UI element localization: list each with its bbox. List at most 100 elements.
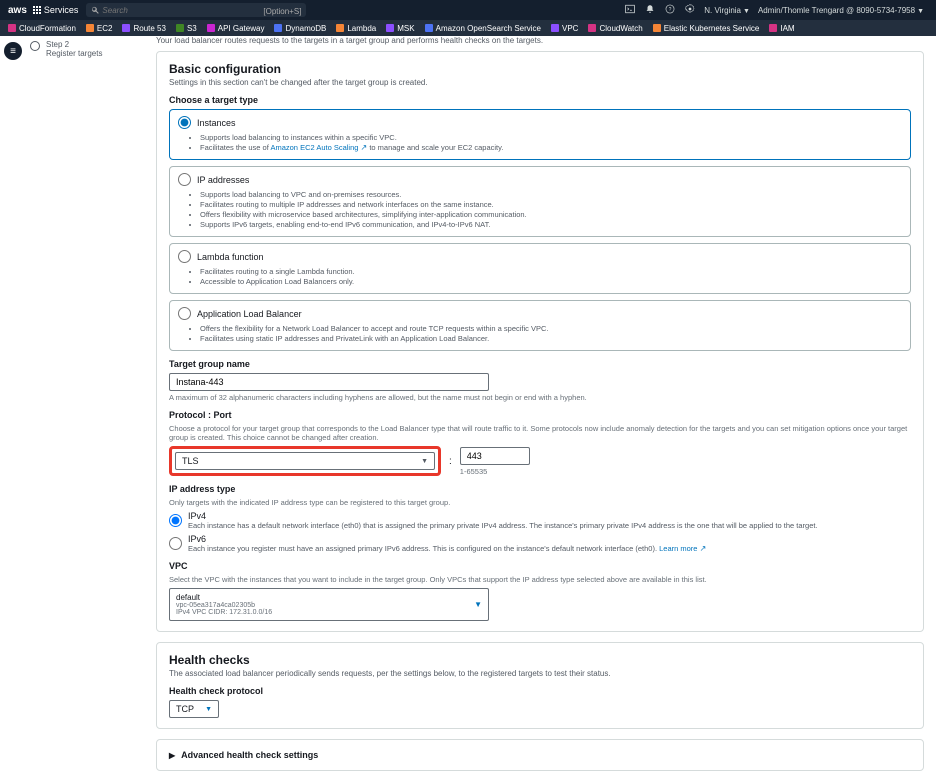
services-menu[interactable]: Services [33, 5, 79, 15]
favorite-service[interactable]: VPC [551, 24, 578, 33]
hc-protocol-label: Health check protocol [169, 686, 911, 696]
service-name: CloudFormation [19, 24, 76, 33]
autoscaling-link[interactable]: Amazon EC2 Auto Scaling ↗ [270, 143, 367, 152]
service-icon [176, 24, 184, 32]
panel-subtitle: Settings in this section can't be change… [169, 78, 911, 87]
notifications-icon[interactable] [645, 4, 655, 16]
vpc-cidr: IPv4 VPC CIDR: 172.31.0.0/16 [176, 609, 272, 616]
ipv4-radio[interactable] [169, 511, 182, 530]
protocol-port-colon: : [449, 456, 452, 467]
health-checks-panel: Health checks The associated load balanc… [156, 642, 924, 729]
protocol-value: TLS [182, 456, 199, 466]
wizard-steps: Step 2 Register targets [24, 36, 144, 783]
favorite-service[interactable]: DynamoDB [274, 24, 326, 33]
favorite-service[interactable]: MSK [386, 24, 414, 33]
region-selector[interactable]: N. Virginia▼ [704, 6, 750, 15]
protocol-select[interactable]: TLS ▼ [175, 452, 435, 470]
search-icon [91, 6, 99, 14]
vpc-name: default [176, 593, 272, 602]
advanced-health-check-expander[interactable]: ▶ Advanced health check settings [156, 739, 924, 771]
service-name: CloudWatch [599, 24, 642, 33]
ip-bullet-1: Supports load balancing to VPC and on-pr… [200, 190, 902, 199]
global-search[interactable]: [Option+S] [86, 3, 306, 17]
favorites-bar: CloudFormation EC2 Route 53 S3 API Gateway Dy… [0, 20, 936, 36]
favorite-service[interactable]: CloudFormation [8, 24, 76, 33]
ipv6-title: IPv6 [188, 534, 706, 544]
basic-configuration-panel: Basic configuration Settings in this sec… [156, 51, 924, 632]
help-icon[interactable]: ? [665, 4, 675, 16]
settings-icon[interactable] [685, 4, 695, 16]
ip-type-ipv4[interactable]: IPv4Each instance has a default network … [169, 511, 911, 530]
instances-bullet-1: Supports load balancing to instances wit… [200, 133, 902, 142]
ip-bullet-4: Supports IPv6 targets, enabling end-to-e… [200, 220, 902, 229]
ip-bullet-2: Facilitates routing to multiple IP addre… [200, 200, 902, 209]
lambda-bullet-2: Accessible to Application Load Balancers… [200, 277, 902, 286]
target-type-label: Choose a target type [169, 95, 911, 105]
service-icon [386, 24, 394, 32]
external-icon: ↗ [700, 544, 707, 553]
service-icon [86, 24, 94, 32]
side-panel-toggle[interactable]: ≡ [4, 42, 22, 60]
aws-logo[interactable]: aws [8, 5, 27, 16]
target-type-alb[interactable]: Application Load Balancer Offers the fle… [169, 300, 911, 351]
target-type-instances[interactable]: Instances Supports load balancing to ins… [169, 109, 911, 160]
favorite-service[interactable]: CloudWatch [588, 24, 642, 33]
account-menu[interactable]: Admin/Thomle Trengard @ 8090-5734-7958▼ [758, 6, 924, 15]
ip-type-ipv6[interactable]: IPv6Each instance you register must have… [169, 534, 911, 553]
step-title: Register targets [46, 49, 102, 58]
ipv6-learn-more-link[interactable]: Learn more ↗ [659, 544, 706, 553]
service-icon [207, 24, 215, 32]
ip-title: IP addresses [197, 175, 249, 185]
lambda-radio[interactable] [178, 250, 191, 263]
grid-icon [33, 6, 41, 14]
vpc-id: vpc-05ea317a4ca02305b [176, 602, 272, 609]
vpc-hint: Select the VPC with the instances that y… [169, 575, 911, 584]
protocol-port-hint: Choose a protocol for your target group … [169, 424, 911, 442]
search-input[interactable] [102, 6, 222, 15]
favorite-service[interactable]: Lambda [336, 24, 376, 33]
svg-text:?: ? [669, 7, 672, 13]
ip-radio[interactable] [178, 173, 191, 186]
favorite-service[interactable]: S3 [176, 24, 197, 33]
vpc-select[interactable]: default vpc-05ea317a4ca02305b IPv4 VPC C… [169, 588, 489, 621]
ipv6-radio[interactable] [169, 534, 182, 553]
cloudshell-icon[interactable] [625, 4, 635, 16]
favorite-service[interactable]: EC2 [86, 24, 113, 33]
target-type-lambda[interactable]: Lambda function Facilitates routing to a… [169, 243, 911, 294]
favorite-service[interactable]: Amazon OpenSearch Service [425, 24, 541, 33]
service-icon [551, 24, 559, 32]
instances-radio[interactable] [178, 116, 191, 129]
alb-radio[interactable] [178, 307, 191, 320]
service-name: Lambda [347, 24, 376, 33]
favorite-service[interactable]: Elastic Kubernetes Service [653, 24, 760, 33]
port-hint: 1-65535 [460, 467, 530, 476]
hc-protocol-value: TCP [176, 704, 194, 714]
service-icon [122, 24, 130, 32]
alb-bullet-1: Offers the flexibility for a Network Loa… [200, 324, 902, 333]
service-name: Amazon OpenSearch Service [436, 24, 541, 33]
service-icon [588, 24, 596, 32]
favorite-service[interactable]: IAM [769, 24, 794, 33]
hc-protocol-select[interactable]: TCP ▼ [169, 700, 219, 718]
service-name: EC2 [97, 24, 113, 33]
ip-type-label: IP address type [169, 484, 911, 494]
favorite-service[interactable]: Route 53 [122, 24, 165, 33]
ipv4-title: IPv4 [188, 511, 818, 521]
target-type-ip[interactable]: IP addresses Supports load balancing to … [169, 166, 911, 237]
tg-name-input[interactable] [169, 373, 489, 391]
vpc-label: VPC [169, 561, 911, 571]
favorite-service[interactable]: API Gateway [207, 24, 265, 33]
chevron-down-icon: ▼ [474, 600, 482, 609]
side-panel-toggle-col: ≡ [0, 36, 24, 783]
service-icon [769, 24, 777, 32]
main-content: Your load balancer routes requests to th… [144, 36, 936, 783]
chevron-down-icon: ▼ [205, 706, 212, 713]
service-icon [274, 24, 282, 32]
lambda-bullet-1: Facilitates routing to a single Lambda f… [200, 267, 902, 276]
port-input[interactable] [460, 447, 530, 465]
instances-bullet-2: Facilitates the use of Amazon EC2 Auto S… [200, 143, 902, 152]
wizard-step-2[interactable]: Step 2 Register targets [30, 40, 138, 58]
service-name: MSK [397, 24, 414, 33]
service-name: Route 53 [133, 24, 165, 33]
search-shortcut: [Option+S] [263, 7, 301, 16]
